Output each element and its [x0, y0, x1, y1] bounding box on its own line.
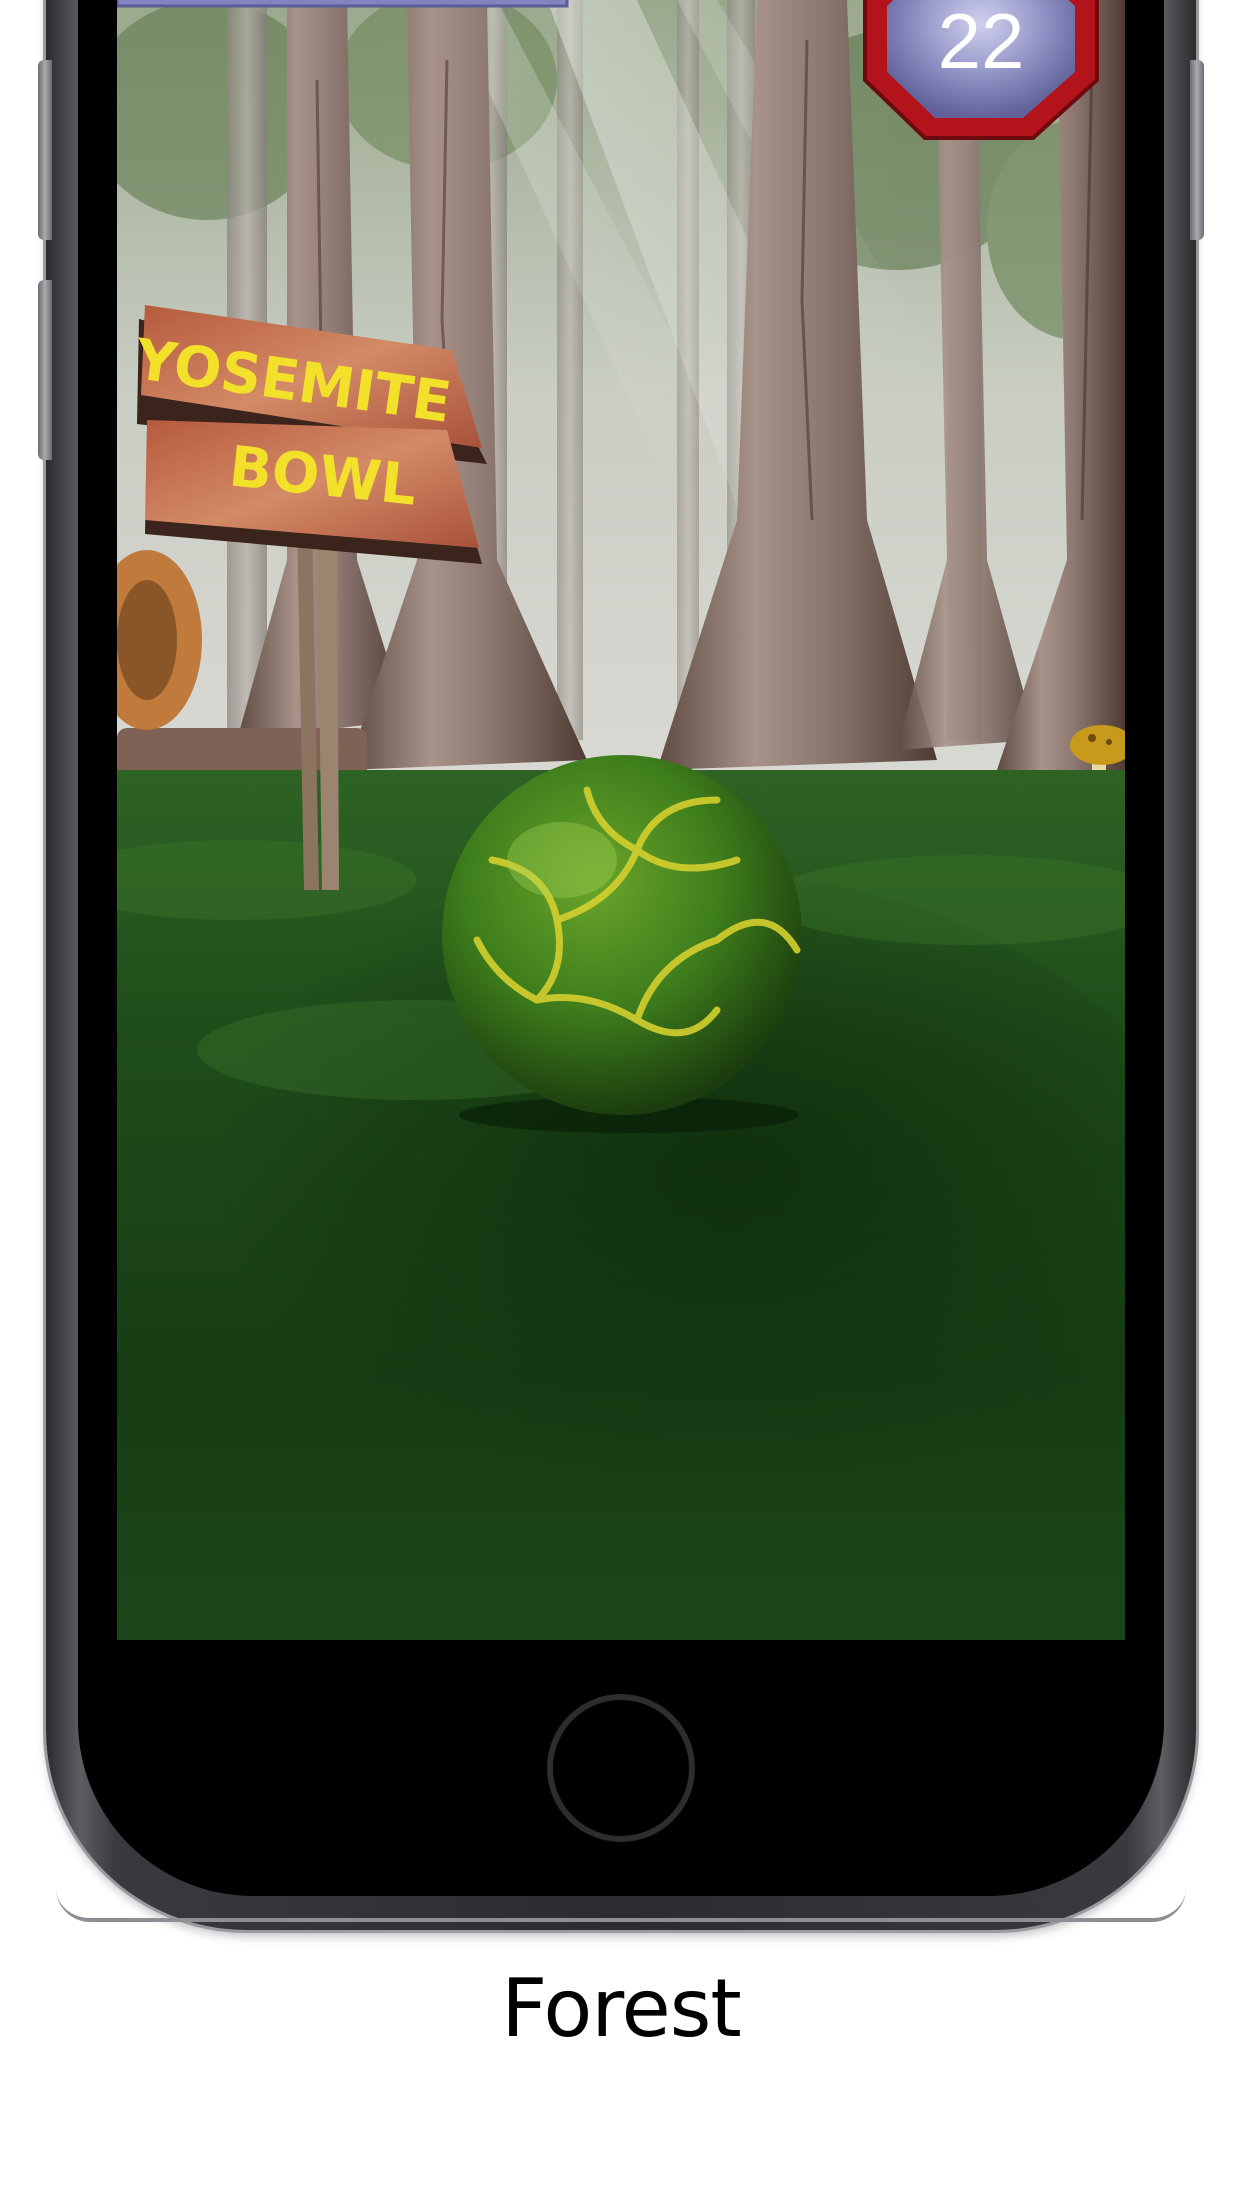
screenshot-caption: Forest [501, 1962, 742, 2055]
power-button [1190, 60, 1204, 240]
game-screen[interactable]: YOSEMITE BOWL 22 [117, 0, 1125, 1640]
app-store-screenshot: YOSEMITE BOWL 22 Forest [0, 0, 1242, 2208]
volume-down-button [38, 280, 52, 460]
hud-panel [117, 0, 569, 8]
home-button[interactable] [547, 1694, 695, 1842]
volume-up-button [38, 60, 52, 240]
level-number: 22 [938, 0, 1025, 85]
